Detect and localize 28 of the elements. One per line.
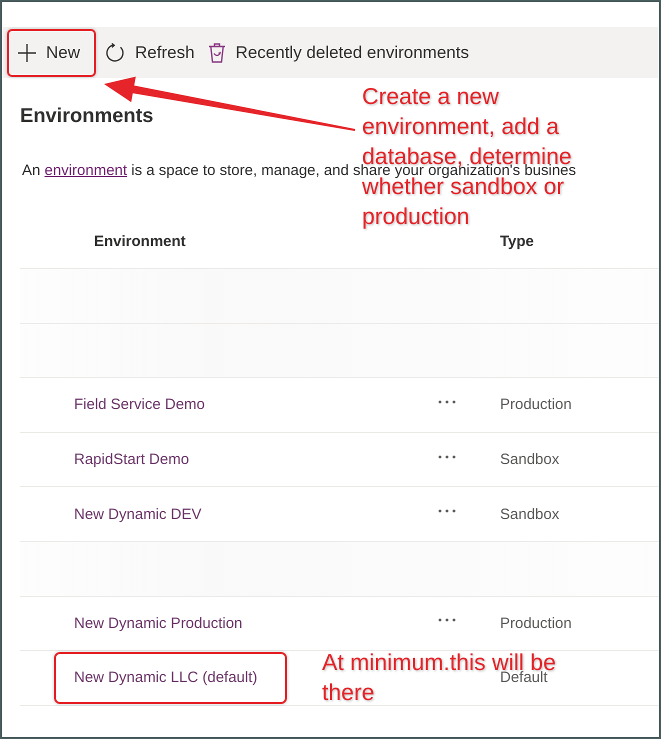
new-button[interactable]: New — [14, 34, 84, 70]
column-header[interactable]: Environment — [74, 233, 186, 250]
environment-link[interactable]: environment — [44, 162, 128, 179]
refresh-button[interactable]: Refresh — [101, 34, 199, 70]
type-text: Default — [500, 669, 548, 686]
annotation-text: there — [322, 682, 374, 702]
type-text: Production — [499, 614, 572, 632]
type-text: Sandbox — [499, 506, 560, 523]
recently-deleted-button[interactable]: Recently deleted environments — [204, 34, 473, 70]
trash-icon — [208, 42, 226, 62]
type-text: Production — [499, 396, 572, 414]
environment-link[interactable]: New Dynamic Production — [74, 614, 242, 632]
more-icon[interactable] — [437, 509, 457, 514]
refresh-icon — [105, 42, 126, 62]
type-text: Sandbox — [499, 451, 560, 468]
page-heading: Environments — [20, 104, 154, 129]
environment-link[interactable]: Field Service Demo — [74, 396, 205, 414]
column-header[interactable]: Type — [457, 233, 534, 250]
more-icon[interactable] — [437, 400, 457, 404]
more-icon[interactable] — [437, 454, 457, 459]
plus-icon — [18, 44, 36, 62]
annotation-text: Create a new — [362, 86, 499, 106]
environment-link[interactable]: New Dynamic DEV — [74, 506, 202, 523]
annotation-text: At minimum.this will be — [322, 652, 556, 672]
environment-link[interactable]: RapidStart Demo — [74, 451, 190, 468]
more-icon[interactable] — [437, 618, 457, 622]
environment-link[interactable]: New Dynamic LLC (default) — [74, 669, 258, 686]
annotation-text: environment, add a — [362, 116, 559, 136]
